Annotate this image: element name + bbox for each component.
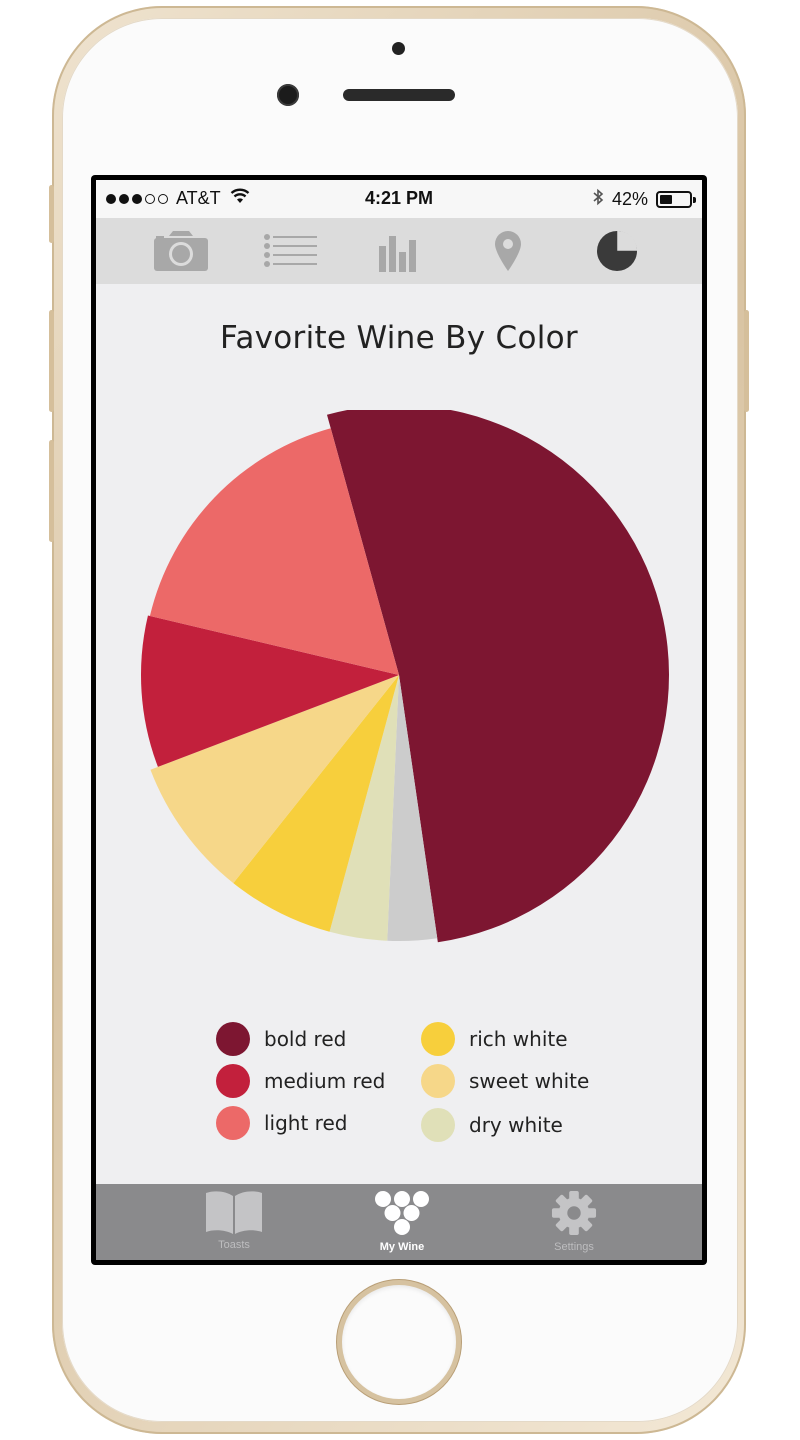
legend-label: bold red xyxy=(264,1027,347,1051)
tab-label: Settings xyxy=(554,1241,594,1253)
legend-label: sweet white xyxy=(469,1069,590,1093)
battery-fill xyxy=(660,195,672,204)
legend-label: dry white xyxy=(469,1113,563,1137)
gear-icon xyxy=(551,1190,597,1236)
legend-label: rich white xyxy=(469,1027,568,1051)
battery-percent: 42% xyxy=(611,189,648,209)
legend-item-sweet-white: sweet white xyxy=(421,1064,589,1098)
tab-label: Toasts xyxy=(218,1239,250,1251)
status-right: 42% xyxy=(592,188,696,211)
status-bar: AT&T 4:21 PM 42% xyxy=(96,180,702,218)
battery-tip xyxy=(693,197,696,203)
location-pin-icon[interactable] xyxy=(478,226,538,276)
proximity-sensor xyxy=(392,42,405,55)
volume-down-button xyxy=(49,440,54,542)
tab-toasts[interactable]: Toasts xyxy=(174,1190,294,1251)
earpiece-speaker xyxy=(343,89,455,101)
legend-swatch xyxy=(216,1064,250,1098)
legend-swatch xyxy=(216,1022,250,1056)
app-screen: AT&T 4:21 PM 42% Favorite Wine By Color … xyxy=(96,180,702,1260)
camera-icon[interactable] xyxy=(151,226,211,276)
power-button xyxy=(744,310,749,412)
legend-item-dry-white: dry white xyxy=(421,1108,563,1142)
tab-my-wine[interactable]: My Wine xyxy=(342,1190,462,1253)
volume-up-button xyxy=(49,310,54,412)
list-icon[interactable] xyxy=(260,226,320,276)
grapes-icon xyxy=(375,1191,429,1235)
legend-swatch xyxy=(216,1106,250,1140)
legend-label: light red xyxy=(264,1111,348,1135)
tab-settings[interactable]: Settings xyxy=(514,1190,634,1253)
legend-swatch xyxy=(421,1022,455,1056)
screen: AT&T 4:21 PM 42% Favorite Wine By Color … xyxy=(91,175,707,1265)
bluetooth-icon xyxy=(592,188,604,211)
chart-title: Favorite Wine By Color xyxy=(220,320,578,356)
front-camera xyxy=(277,84,299,106)
chart-legend: bold red medium red light red rich white… xyxy=(216,1022,596,1152)
legend-item-light-red: light red xyxy=(216,1106,347,1140)
bar-chart-icon[interactable] xyxy=(369,226,429,276)
mute-switch xyxy=(49,185,54,243)
tab-label: My Wine xyxy=(379,1241,425,1253)
book-icon xyxy=(206,1191,262,1234)
tab-bar: Toasts My Wine Settings xyxy=(96,1184,702,1260)
legend-swatch xyxy=(421,1108,455,1142)
home-button[interactable] xyxy=(342,1285,456,1399)
legend-label: medium red xyxy=(264,1069,386,1093)
legend-swatch xyxy=(421,1064,455,1098)
battery-icon xyxy=(656,191,696,208)
legend-item-medium-red: medium red xyxy=(216,1064,385,1098)
pie-chart-icon[interactable] xyxy=(587,226,647,276)
top-nav xyxy=(96,218,702,284)
legend-item-bold-red: bold red xyxy=(216,1022,346,1056)
pie-chart xyxy=(141,410,669,943)
legend-item-rich-white: rich white xyxy=(421,1022,568,1056)
